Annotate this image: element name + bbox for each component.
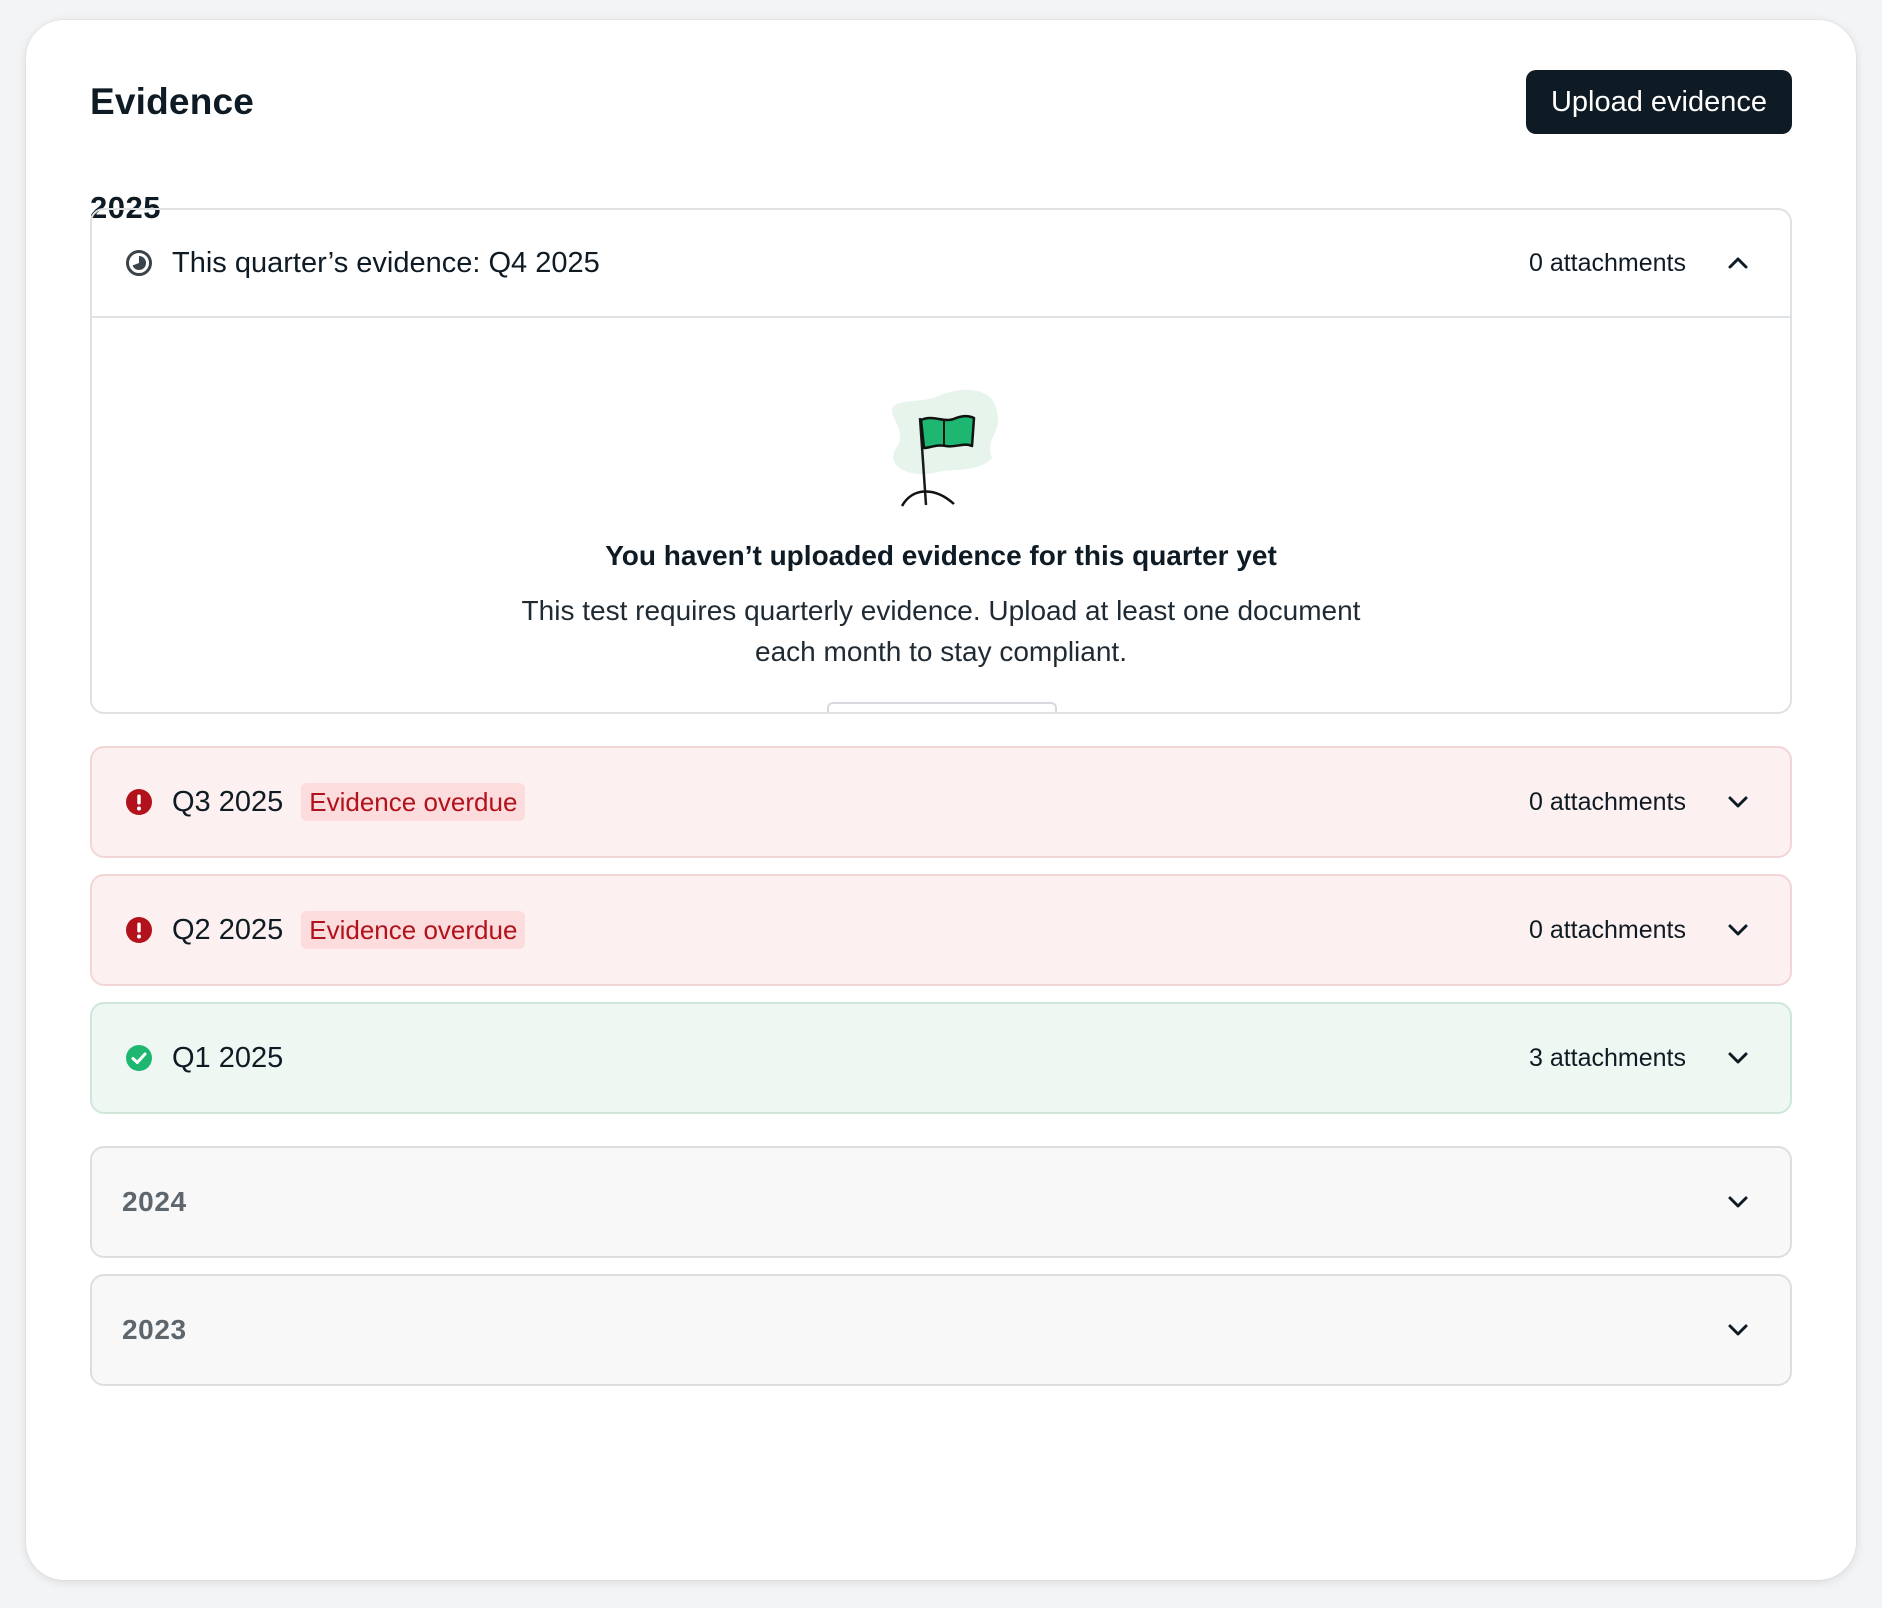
- empty-state-description: This test requires quarterly evidence. U…: [92, 590, 1790, 672]
- empty-state-desc-line2: each month to stay compliant.: [755, 636, 1127, 667]
- chevron-down-icon[interactable]: [1724, 1044, 1752, 1072]
- evidence-header: Evidence Upload evidence: [90, 70, 1792, 134]
- chevron-down-icon[interactable]: [1724, 916, 1752, 944]
- empty-state-desc-line1: This test requires quarterly evidence. U…: [521, 595, 1361, 626]
- flag-illustration-icon: [892, 389, 998, 507]
- chevron-down-icon[interactable]: [1724, 788, 1752, 816]
- year-row-2023[interactable]: 2023: [92, 1276, 1790, 1384]
- alert-circle-icon: [126, 789, 152, 815]
- chevron-down-icon[interactable]: [1724, 1316, 1752, 1344]
- empty-state: You haven’t uploaded evidence for this q…: [92, 318, 1790, 712]
- overdue-badge: Evidence overdue: [301, 911, 526, 949]
- chevron-up-icon[interactable]: [1724, 249, 1752, 277]
- chevron-down-icon[interactable]: [1724, 1188, 1752, 1216]
- page-title: Evidence: [90, 81, 255, 122]
- current-quarter-title: This quarter’s evidence: Q4 2025: [172, 246, 600, 279]
- alert-circle-icon: [126, 917, 152, 943]
- quarter-panel-q2-2025: Q2 2025 Evidence overdue 0 attachments: [90, 874, 1792, 986]
- overdue-badge: Evidence overdue: [301, 783, 526, 821]
- upload-evidence-button[interactable]: Upload evidence: [1525, 70, 1792, 134]
- empty-state-upload-button[interactable]: Upload evidence: [827, 702, 1057, 712]
- attachments-count: 0 attachments: [1528, 915, 1686, 944]
- check-circle-icon: [126, 1045, 152, 1071]
- attachments-count: 0 attachments: [1528, 248, 1686, 277]
- current-quarter-header[interactable]: This quarter’s evidence: Q4 2025 0 attac…: [92, 210, 1790, 318]
- half-clock-icon: [126, 250, 152, 276]
- quarter-title: Q2 2025: [172, 913, 284, 946]
- year-title: 2023: [122, 1314, 187, 1345]
- quarter-row-q2-2025[interactable]: Q2 2025 Evidence overdue 0 attachments: [92, 876, 1790, 984]
- year-panel-2023: 2023: [90, 1274, 1792, 1386]
- year-row-2024[interactable]: 2024: [92, 1148, 1790, 1256]
- quarter-title: Q1 2025: [172, 1041, 284, 1074]
- quarter-title: Q3 2025: [172, 785, 284, 818]
- empty-state-title: You haven’t uploaded evidence for this q…: [605, 540, 1277, 571]
- evidence-card: Evidence Upload evidence 2025 This quart…: [26, 20, 1856, 1580]
- attachments-count: 3 attachments: [1528, 1043, 1686, 1072]
- quarter-row-q3-2025[interactable]: Q3 2025 Evidence overdue 0 attachments: [92, 748, 1790, 856]
- quarter-panel-q1-2025: Q1 2025 3 attachments: [90, 1002, 1792, 1114]
- year-title: 2024: [122, 1186, 187, 1217]
- attachments-count: 0 attachments: [1528, 787, 1686, 816]
- current-quarter-panel: This quarter’s evidence: Q4 2025 0 attac…: [90, 208, 1792, 714]
- year-panel-2024: 2024: [90, 1146, 1792, 1258]
- quarter-row-q1-2025[interactable]: Q1 2025 3 attachments: [92, 1004, 1790, 1112]
- quarter-panel-q3-2025: Q3 2025 Evidence overdue 0 attachments: [90, 746, 1792, 858]
